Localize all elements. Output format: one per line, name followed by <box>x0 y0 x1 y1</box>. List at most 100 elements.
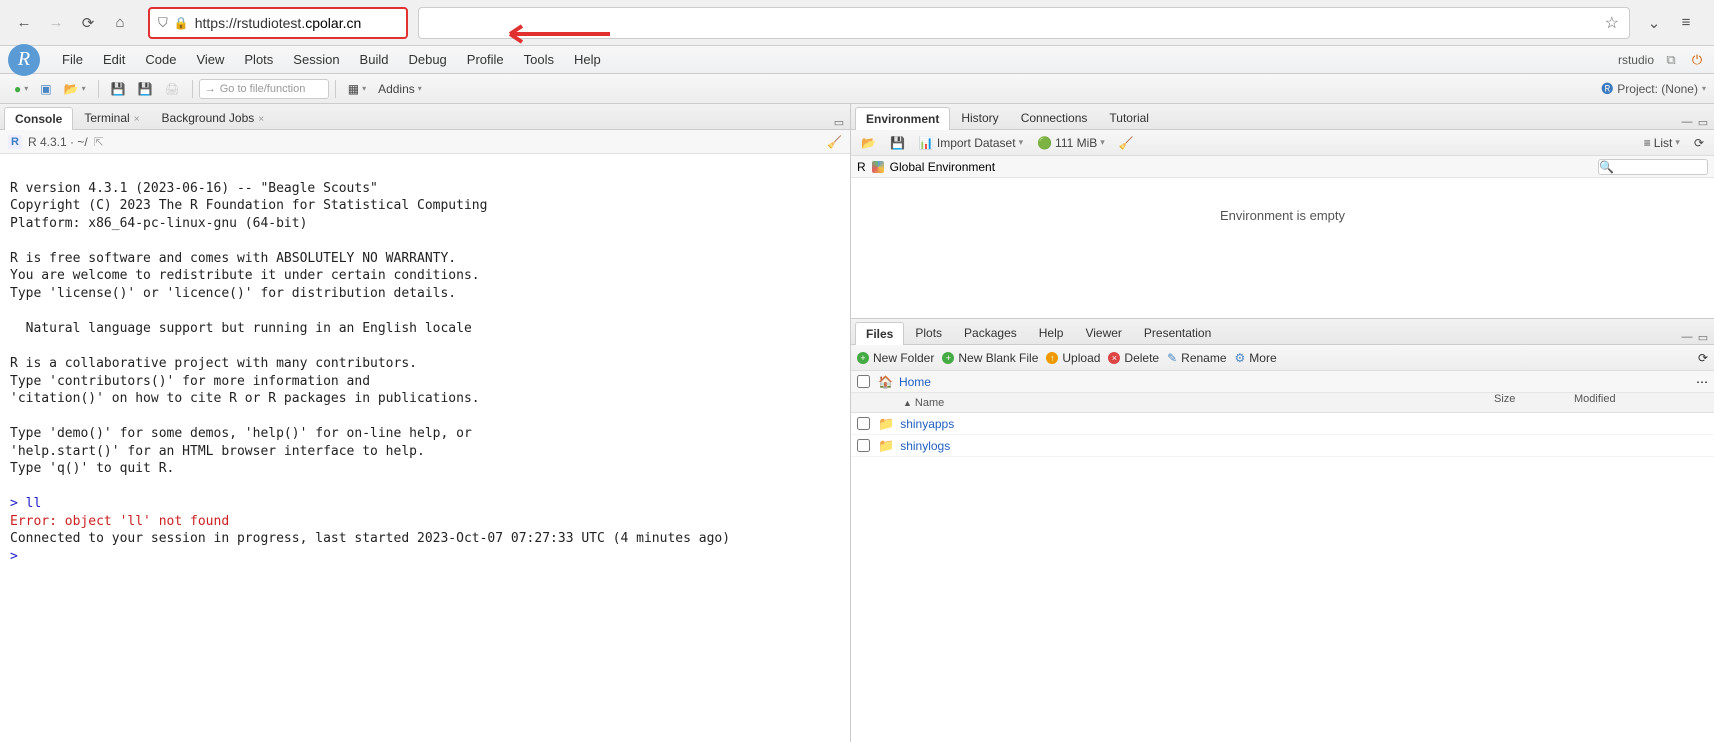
rstudio-menubar: R FileEditCodeViewPlotsSessionBuildDebug… <box>0 46 1714 74</box>
new-project-button[interactable]: ▣ <box>34 80 57 98</box>
menu-tools[interactable]: Tools <box>514 52 564 67</box>
forward-button[interactable]: → <box>42 9 70 37</box>
file-checkbox[interactable] <box>857 439 870 452</box>
view-list-button[interactable]: ≡ List <box>1640 134 1684 152</box>
menu-file[interactable]: File <box>52 52 93 67</box>
minimize-files-icon[interactable]: — <box>1680 330 1694 344</box>
new-file-button[interactable]: ●▾ <box>8 80 34 98</box>
env-scope-select[interactable]: Global Environment <box>890 160 995 174</box>
maximize-files-icon[interactable]: ▭ <box>1696 330 1710 344</box>
tab-help[interactable]: Help <box>1028 321 1075 344</box>
save-button[interactable]: 💾 <box>105 80 132 98</box>
load-workspace-button[interactable]: 📂 <box>857 134 880 152</box>
reload-button[interactable]: ⟳ <box>74 9 102 37</box>
new-folder-button[interactable]: + New Folder <box>857 351 934 365</box>
popout-console-icon[interactable]: ⇱ <box>94 135 104 149</box>
close-tab-icon[interactable]: × <box>258 114 264 125</box>
tab-viewer[interactable]: Viewer <box>1074 321 1132 344</box>
env-search-input[interactable]: 🔍 <box>1598 159 1708 175</box>
env-toolbar: 📂 💾 📊 Import Dataset 🟢 111 MiB 🧹 ≡ List … <box>851 130 1714 156</box>
menu-profile[interactable]: Profile <box>457 52 514 67</box>
env-language-select[interactable]: R <box>857 160 866 174</box>
select-all-checkbox[interactable] <box>857 375 870 388</box>
menu-plots[interactable]: Plots <box>234 52 283 67</box>
upload-button[interactable]: ↑ Upload <box>1046 351 1100 365</box>
menu-edit[interactable]: Edit <box>93 52 135 67</box>
popout-icon[interactable]: ⧉ <box>1662 51 1680 69</box>
pocket-icon[interactable]: ⌄ <box>1640 9 1668 37</box>
tab-packages[interactable]: Packages <box>953 321 1028 344</box>
tab-files[interactable]: Files <box>855 322 904 345</box>
minimize-pane-icon[interactable]: ▭ <box>832 115 846 129</box>
import-dataset-button[interactable]: 📊 Import Dataset <box>915 134 1027 152</box>
hamburger-menu-icon[interactable]: ≡ <box>1672 9 1700 37</box>
delete-button[interactable]: × Delete <box>1108 351 1159 365</box>
tab-background-jobs[interactable]: Background Jobs× <box>151 106 276 129</box>
path-more-icon[interactable]: ⋯ <box>1696 375 1708 389</box>
more-button[interactable]: ⚙ More <box>1235 351 1277 365</box>
rename-button[interactable]: ✎ Rename <box>1167 351 1226 365</box>
maximize-env-icon[interactable]: ▭ <box>1696 115 1710 129</box>
save-all-button[interactable]: 💾 <box>132 80 159 98</box>
menu-code[interactable]: Code <box>135 52 186 67</box>
workspace-panes-button[interactable]: ▦ ▾ <box>342 80 372 98</box>
shield-icon: ⛉ <box>158 15 168 31</box>
tab-connections[interactable]: Connections <box>1010 106 1099 129</box>
home-icon[interactable]: 🏠 <box>878 375 893 389</box>
global-env-icon <box>872 161 884 173</box>
env-tab-bar: EnvironmentHistoryConnectionsTutorial — … <box>851 104 1714 130</box>
menu-debug[interactable]: Debug <box>398 52 456 67</box>
minimize-env-icon[interactable]: — <box>1680 115 1694 129</box>
close-tab-icon[interactable]: × <box>134 114 140 125</box>
console-subbar: R R 4.3.1 · ~/ ⇱ 🧹 <box>0 130 850 154</box>
project-label[interactable]: Project: (None) <box>1617 82 1698 96</box>
save-workspace-button[interactable]: 💾 <box>886 134 909 152</box>
menu-help[interactable]: Help <box>564 52 611 67</box>
session-user-label: rstudio <box>1618 53 1654 67</box>
clear-console-icon[interactable]: 🧹 <box>827 135 842 149</box>
file-checkbox[interactable] <box>857 417 870 430</box>
home-link[interactable]: Home <box>899 375 931 389</box>
refresh-env-icon[interactable]: ⟳ <box>1690 134 1708 152</box>
tab-environment[interactable]: Environment <box>855 107 950 130</box>
file-name[interactable]: shinyapps <box>900 417 954 431</box>
tab-plots[interactable]: Plots <box>904 321 953 344</box>
col-modified[interactable]: Modified <box>1574 393 1616 405</box>
back-button[interactable]: ← <box>10 9 38 37</box>
menu-build[interactable]: Build <box>350 52 399 67</box>
memory-usage-button[interactable]: 🟢 111 MiB <box>1033 134 1109 152</box>
url-bar-extended[interactable]: ☆ <box>418 7 1630 39</box>
goto-file-input[interactable]: Go to file/function <box>199 79 329 99</box>
files-toolbar: + New Folder + New Blank File ↑ Upload ×… <box>851 345 1714 371</box>
env-empty-label: Environment is empty <box>1220 208 1345 223</box>
rstudio-toolbar: ●▾ ▣ 📂▾ 💾 💾 🖨 Go to file/function ▦ ▾ Ad… <box>0 74 1714 104</box>
console-tab-bar: ConsoleTerminal×Background Jobs× ▭ <box>0 104 850 130</box>
folder-icon: 📁 <box>878 438 894 454</box>
refresh-files-icon[interactable]: ⟳ <box>1698 351 1708 365</box>
console-path-label: R 4.3.1 · ~/ <box>28 135 88 149</box>
menu-session[interactable]: Session <box>283 52 349 67</box>
tab-tutorial[interactable]: Tutorial <box>1098 106 1160 129</box>
menu-view[interactable]: View <box>186 52 234 67</box>
file-row[interactable]: 📁 shinylogs <box>851 435 1714 457</box>
console-body[interactable]: R version 4.3.1 (2023-06-16) -- "Beagle … <box>0 154 850 742</box>
addins-button[interactable]: Addins ▾ <box>372 80 428 98</box>
files-list: 📁shinyapps 📁 shinylogs <box>851 413 1714 742</box>
open-file-button[interactable]: 📂▾ <box>58 80 92 98</box>
tab-console[interactable]: Console <box>4 107 73 130</box>
bookmark-star-icon[interactable]: ☆ <box>1605 13 1619 33</box>
tab-history[interactable]: History <box>950 106 1009 129</box>
url-bar[interactable]: ⛉ 🔒 https://rstudiotest.cpolar.cn <box>148 7 408 39</box>
tab-terminal[interactable]: Terminal× <box>73 106 150 129</box>
new-blank-file-button[interactable]: + New Blank File <box>942 351 1038 365</box>
print-button[interactable]: 🖨 <box>158 80 185 98</box>
home-button[interactable]: ⌂ <box>106 9 134 37</box>
file-name[interactable]: shinylogs <box>900 439 950 453</box>
files-header: ▲ Name Size Modified <box>851 393 1714 413</box>
file-row[interactable]: 📁shinyapps <box>851 413 1714 435</box>
col-size[interactable]: Size <box>1494 393 1515 405</box>
clear-objects-button[interactable]: 🧹 <box>1115 134 1138 152</box>
power-icon[interactable]: ⏻ <box>1688 51 1706 69</box>
tab-presentation[interactable]: Presentation <box>1133 321 1222 344</box>
col-name[interactable]: Name <box>915 397 944 409</box>
